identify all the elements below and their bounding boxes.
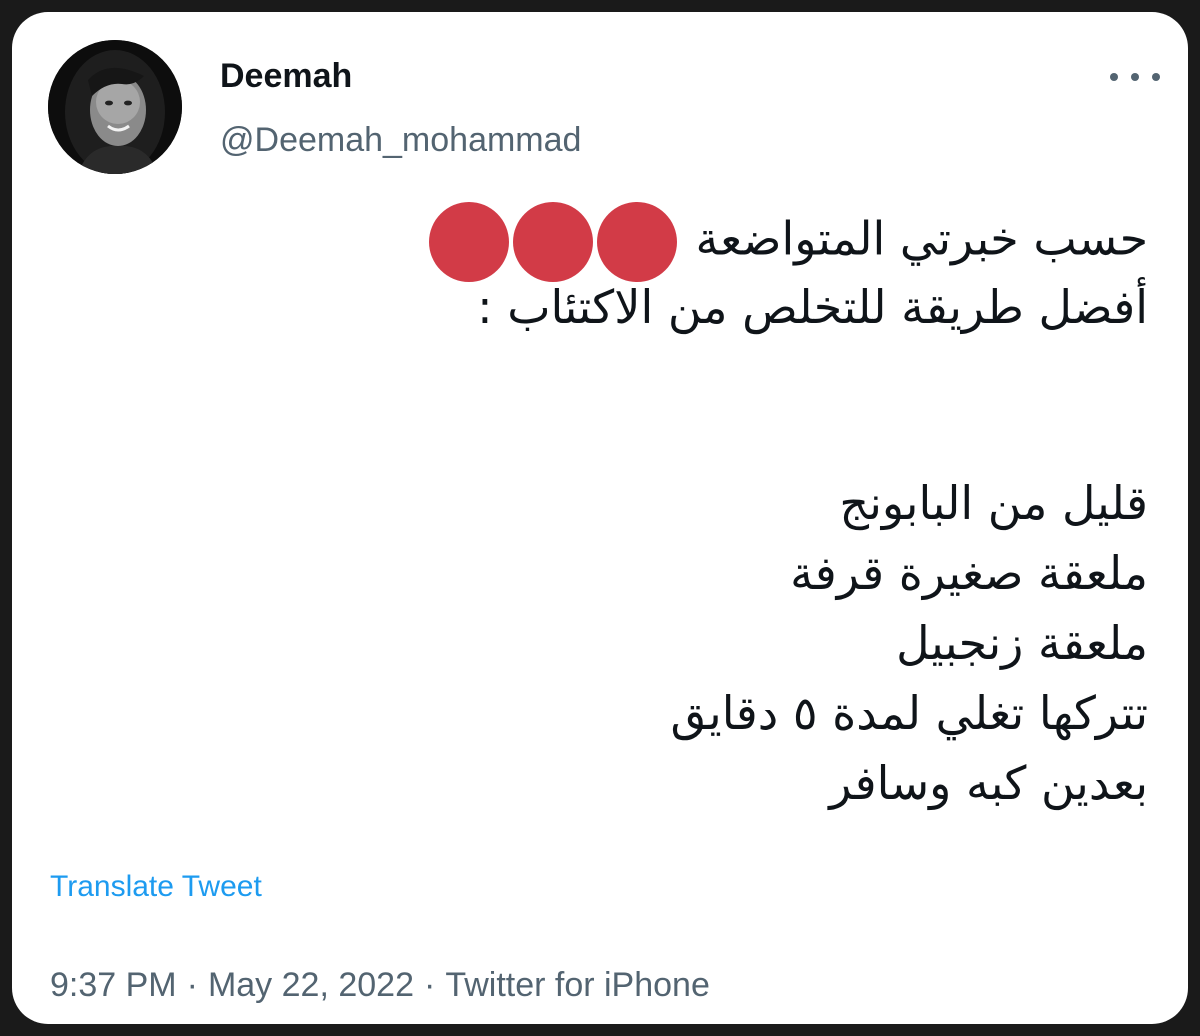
tweet-line-text: بعدين كبه وسافر (829, 756, 1148, 810)
translate-tweet-link[interactable]: Translate Tweet (50, 870, 262, 904)
tweet-time[interactable]: 9:37 PM (50, 966, 177, 1004)
red-circle-icon (428, 202, 509, 282)
tweet-line-text: تتركها تغلي لمدة ٥ دقايق (670, 686, 1148, 740)
more-icon[interactable] (1110, 62, 1160, 92)
user-info: Deemah @Deemah_mohammad (220, 56, 581, 160)
tweet-metadata: 9:37 PM · May 22, 2022 · Twitter for iPhone (50, 966, 710, 1005)
tweet-line: قليل من البابونج (68, 468, 1148, 538)
display-name[interactable]: Deemah (220, 56, 581, 96)
tweet-line: أفضل طريقة للتخلص من الاكتئاب : (68, 272, 1148, 342)
tweet-card: Deemah @Deemah_mohammad حسب خبرتي المتوا… (12, 12, 1188, 1024)
tweet-text: حسب خبرتي المتواضعة أفضل طريقة للتخلص من… (68, 202, 1148, 818)
red-circle-emojis (425, 202, 677, 282)
tweet-line-text: ملعقة زنجبيل (896, 616, 1148, 670)
more-dot (1110, 73, 1118, 81)
tweet-line-text: أفضل طريقة للتخلص من الاكتئاب : (477, 280, 1148, 334)
tweet-line: بعدين كبه وسافر (68, 748, 1148, 818)
meta-separator: · (423, 966, 436, 1004)
tweet-line: ملعقة زنجبيل (68, 608, 1148, 678)
red-circle-icon (512, 202, 593, 282)
more-dot (1131, 73, 1139, 81)
tweet-header: Deemah @Deemah_mohammad (48, 40, 1160, 180)
tweet-line-text: ملعقة صغيرة قرفة (790, 546, 1148, 600)
tweet-line: حسب خبرتي المتواضعة (68, 202, 1148, 282)
tweet-line: ملعقة صغيرة قرفة (68, 538, 1148, 608)
tweet-date[interactable]: May 22, 2022 (208, 966, 414, 1004)
tweet-line-text: حسب خبرتي المتواضعة (695, 211, 1148, 266)
tweet-line: تتركها تغلي لمدة ٥ دقايق (68, 678, 1148, 748)
red-circle-icon (596, 202, 677, 282)
meta-separator: · (186, 966, 198, 1004)
tweet-line-text: قليل من البابونج (839, 476, 1148, 530)
avatar-image (48, 40, 182, 174)
tweet-source[interactable]: Twitter for iPhone (445, 966, 710, 1004)
more-dot (1152, 73, 1160, 81)
tweet-line-spacer (68, 342, 1148, 468)
avatar[interactable] (48, 40, 182, 174)
user-handle[interactable]: @Deemah_mohammad (220, 120, 581, 160)
